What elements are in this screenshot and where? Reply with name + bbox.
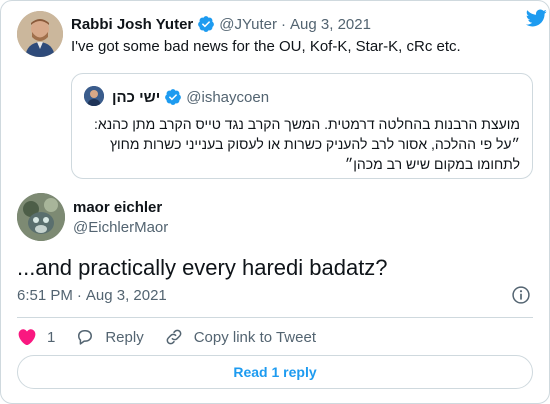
author-handle: @ishaycoen [186, 88, 270, 106]
tweet-date[interactable]: Aug 3, 2021 [86, 287, 167, 304]
action-bar: 1 Reply Copy link to Tweet [17, 325, 336, 349]
quoted-tweet[interactable]: ישי כהן @ishaycoen מועצת הרבנות בהחלטה ד… [71, 73, 533, 179]
author-handle[interactable]: @EichlerMaor [73, 219, 168, 236]
copy-link-label: Copy link to Tweet [193, 328, 316, 346]
tweet-text: ...and practically every haredi badatz? [17, 255, 388, 280]
tweet-text: I've got some bad news for the OU, Kof-K… [71, 38, 461, 55]
read-replies-button[interactable]: Read 1 reply [17, 355, 533, 389]
tweet-card: Rabbi Josh Yuter @JYuter · Aug 3, 2021 I… [0, 0, 550, 404]
author-name[interactable]: Rabbi Josh Yuter [71, 16, 193, 33]
tweet-time[interactable]: 6:51 PM [17, 287, 73, 304]
copy-link-button[interactable]: Copy link to Tweet [164, 327, 316, 347]
avatar[interactable] [17, 193, 65, 241]
verified-badge-icon [164, 88, 182, 106]
tweet-timestamp[interactable]: 6:51 PM · Aug 3, 2021 [17, 287, 167, 304]
divider [17, 317, 533, 318]
separator-dot: · [281, 15, 287, 33]
parent-author-row: Rabbi Josh Yuter @JYuter · Aug 3, 2021 [71, 15, 371, 33]
tweet-date[interactable]: Aug 3, 2021 [290, 16, 371, 33]
separator-dot: · [76, 287, 82, 304]
twitter-bird-icon[interactable] [525, 7, 547, 29]
reply-label: Reply [105, 328, 144, 346]
author-name: ישי כהן [112, 88, 161, 106]
verified-badge-icon [197, 15, 215, 33]
author-name[interactable]: maor eichler [73, 199, 162, 216]
tweet-text: מועצת הרבנות בהחלטה דרמטית. המשך הקרב נג… [94, 116, 520, 172]
quoted-author-row: ישי כהן @ishaycoen [112, 88, 269, 106]
avatar[interactable] [17, 11, 63, 57]
like-button[interactable]: 1 [17, 327, 55, 347]
reply-button[interactable]: Reply [75, 327, 144, 347]
like-count: 1 [47, 328, 56, 346]
info-icon[interactable] [511, 285, 531, 305]
avatar [84, 86, 104, 106]
heart-icon [18, 329, 36, 346]
author-handle[interactable]: @JYuter [219, 16, 277, 33]
reply-bubble-icon [78, 330, 93, 345]
link-icon [166, 329, 182, 345]
